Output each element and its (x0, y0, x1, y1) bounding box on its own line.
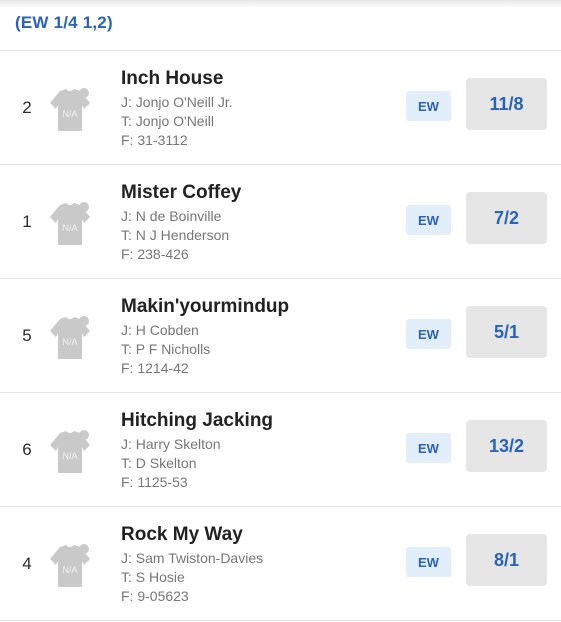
jockey: J: Jonjo O'Neill Jr. (121, 94, 233, 110)
silk-label: N/A (62, 223, 77, 233)
form: F: 9-05623 (121, 588, 189, 604)
horse-name: Makin'yourmindup (121, 296, 290, 317)
silk-placeholder-icon: N/A (50, 88, 90, 131)
trainer: T: D Skelton (121, 455, 197, 471)
jockey: J: H Cobden (121, 322, 199, 338)
odds-button[interactable]: 11/8 (466, 78, 547, 130)
runner-info: Mister Coffey J: N de Boinville T: N J H… (121, 182, 241, 264)
runner-info: Rock My Way J: Sam Twiston-Davies T: S H… (121, 524, 263, 606)
horse-name: Hitching Jacking (121, 410, 274, 431)
trainer: T: S Hosie (121, 569, 185, 585)
runner-row: 4 N/A Rock My Way J: Sam Twiston-Davies … (0, 507, 561, 621)
odds-button[interactable]: 5/1 (466, 306, 547, 358)
trainer: T: N J Henderson (121, 227, 230, 243)
odds-button[interactable]: 7/2 (466, 192, 547, 244)
silk-placeholder-icon: N/A (50, 316, 90, 359)
runner-number: 1 (22, 211, 32, 231)
trainer: T: Jonjo O'Neill (121, 113, 214, 129)
form: F: 1125-53 (121, 474, 188, 490)
runner-info: Makin'yourmindup J: H Cobden T: P F Nich… (121, 296, 289, 378)
form: F: 238-426 (121, 246, 189, 262)
each-way-button[interactable]: EW (406, 319, 451, 349)
each-way-terms: (EW 1/4 1,2) (15, 13, 113, 32)
horse-name: Rock My Way (121, 524, 243, 545)
runner-info: Hitching Jacking J: Harry Skelton T: D S… (121, 410, 273, 492)
runner-number: 5 (22, 325, 32, 345)
runner-row: 2 N/A Inch House J: Jonjo O'Neill Jr. T:… (0, 51, 561, 165)
silk-placeholder-icon: N/A (50, 544, 90, 587)
odds-button[interactable]: 13/2 (466, 420, 547, 472)
each-way-button[interactable]: EW (406, 547, 451, 577)
jockey: J: Harry Skelton (121, 436, 221, 452)
runner-row: 5 N/A Makin'yourmindup J: H Cobden T: P … (0, 279, 561, 393)
silk-placeholder-icon: N/A (50, 430, 90, 473)
each-way-button[interactable]: EW (406, 433, 451, 463)
each-way-button[interactable]: EW (406, 205, 451, 235)
silk-label: N/A (62, 337, 77, 347)
jockey: J: Sam Twiston-Davies (121, 550, 264, 566)
runner-number: 2 (22, 97, 32, 117)
silk-label: N/A (62, 109, 77, 119)
runner-row: 6 N/A Hitching Jacking J: Harry Skelton … (0, 393, 561, 507)
horse-name: Inch House (121, 68, 224, 89)
form: F: 31-3112 (121, 132, 188, 148)
silk-label: N/A (62, 451, 77, 461)
runner-number: 4 (22, 553, 32, 573)
runner-list: 2 N/A Inch House J: Jonjo O'Neill Jr. T:… (0, 50, 561, 621)
header-shadow (0, 0, 561, 8)
trainer: T: P F Nicholls (121, 341, 211, 357)
jockey: J: N de Boinville (121, 208, 222, 224)
horse-name: Mister Coffey (121, 182, 242, 203)
runner-info: Inch House J: Jonjo O'Neill Jr. T: Jonjo… (121, 68, 233, 150)
silk-label: N/A (62, 565, 77, 575)
runner-row: 1 N/A Mister Coffey J: N de Boinville T:… (0, 165, 561, 279)
silk-placeholder-icon: N/A (50, 202, 90, 245)
runner-number: 6 (22, 439, 32, 459)
each-way-button[interactable]: EW (406, 91, 451, 121)
odds-button[interactable]: 8/1 (466, 534, 547, 586)
form: F: 1214-42 (121, 360, 189, 376)
